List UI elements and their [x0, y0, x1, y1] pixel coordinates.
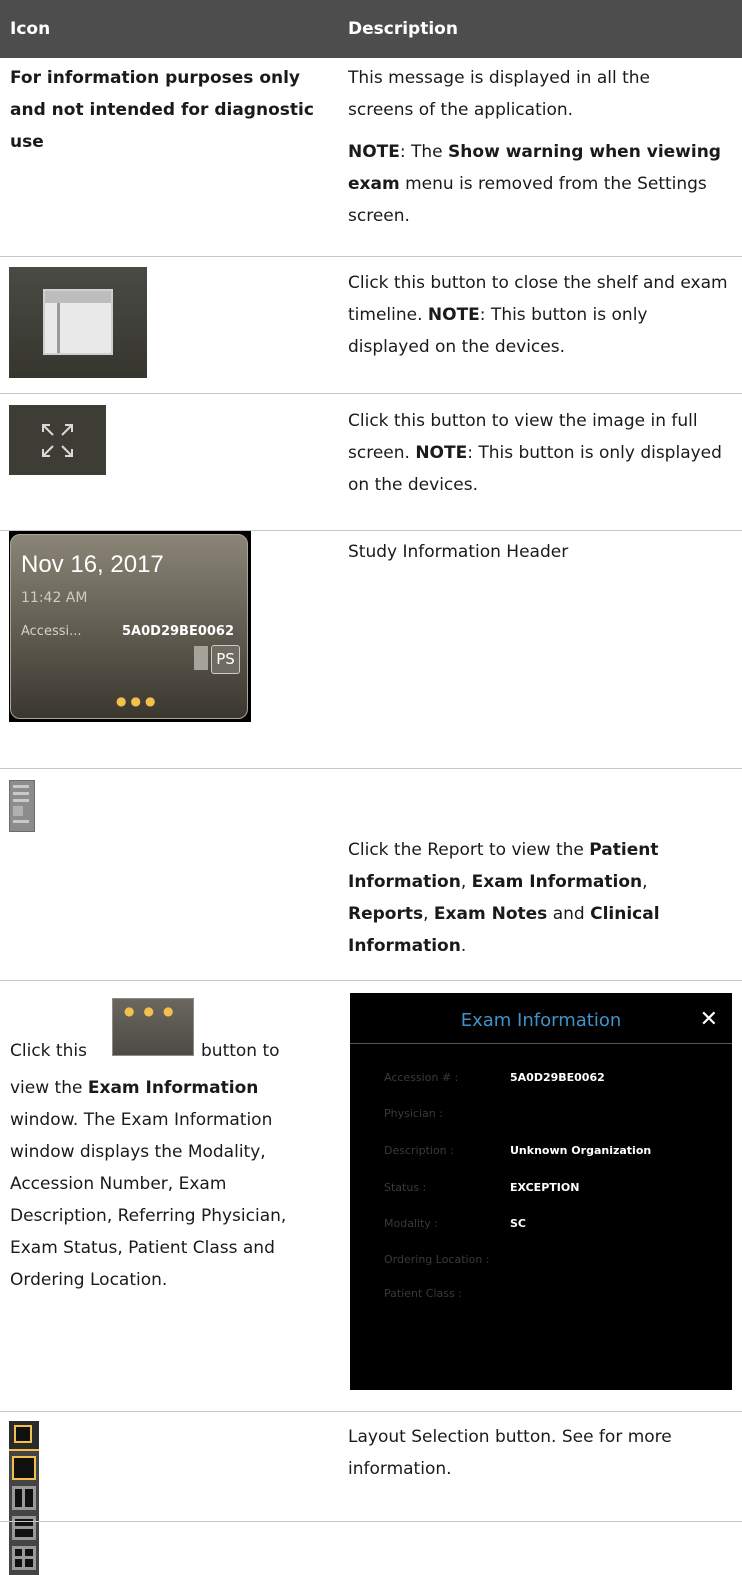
field-value: SC: [510, 1217, 526, 1230]
panel-layout-icon[interactable]: [9, 267, 147, 378]
panel-divider: [350, 1043, 732, 1044]
card-accession-value: 5A0D29BE0062: [122, 624, 235, 639]
card-accession-label: Accessi...: [21, 624, 82, 639]
row5-bold: Reports: [348, 904, 424, 924]
field-label: Accession # :: [384, 1071, 459, 1084]
study-card-body: Nov 16, 2017 11:42 AM Accessi... 5A0D29B…: [10, 534, 248, 719]
exam-info-title: Exam Information: [460, 1010, 622, 1031]
card-date: Nov 16, 2017: [21, 551, 164, 578]
row5-text: and: [547, 904, 591, 924]
row6-text: view the: [10, 1078, 88, 1098]
panel-top-bar: [45, 291, 111, 303]
doc-line: [13, 785, 29, 788]
layout-cell: [15, 1559, 22, 1567]
doc-line: [13, 820, 29, 823]
field-label: Status :: [384, 1181, 427, 1194]
expand-arrows-icon: [42, 424, 73, 457]
row-divider: [0, 256, 742, 257]
note-text: : The: [399, 142, 449, 162]
row1-desc-p1: This message is displayed in all the scr…: [348, 68, 651, 120]
exam-information-panel: Exam Information ✕ Accession # : 5A0D29BE…: [350, 993, 732, 1390]
row6-text: button to: [201, 1041, 280, 1061]
layout-cell: [25, 1549, 33, 1556]
layout-cell: [25, 1489, 33, 1507]
panel-frame: [43, 289, 113, 355]
layout-cell: [25, 1559, 33, 1567]
layout-option-grid[interactable]: [12, 1546, 36, 1570]
field-label: Description :: [384, 1144, 454, 1157]
row-divider: [0, 980, 742, 981]
row1-note: NOTE: The Show warning when viewing exam…: [348, 136, 728, 232]
row5-description: Click the Report to view the Patient Inf…: [348, 834, 732, 962]
row1-description: This message is displayed in all the scr…: [348, 62, 728, 232]
note-label: NOTE: [415, 443, 468, 463]
doc-block: [13, 806, 23, 816]
row-divider: [0, 1521, 742, 1522]
header-description-label: Description: [348, 19, 458, 39]
row6-text: window. The Exam Information window disp…: [10, 1110, 287, 1290]
row5-bold: Exam Information: [471, 872, 643, 892]
layout-option-single[interactable]: [12, 1456, 36, 1480]
layout-single-square: [14, 1425, 32, 1443]
layout-cell: [15, 1529, 33, 1537]
note-label: NOTE: [348, 142, 400, 162]
row6-text: Click this: [10, 1041, 87, 1061]
card-document-icon: [194, 646, 208, 670]
field-label: Ordering Location :: [384, 1253, 490, 1266]
field-value: 5A0D29BE0062: [510, 1071, 605, 1084]
layout-selection-icon[interactable]: [9, 1421, 39, 1451]
panel-divider: [57, 303, 60, 353]
more-dots-icon: ●●●: [124, 1004, 183, 1018]
field-label: Modality :: [384, 1217, 439, 1230]
layout-cell: [15, 1549, 22, 1556]
row3-description: Click this button to view the image in f…: [348, 405, 732, 501]
row5-text: ,: [460, 872, 472, 892]
exam-info-more-button[interactable]: ●●●: [112, 998, 194, 1056]
row-divider: [0, 1411, 742, 1412]
row5-text: ,: [642, 872, 648, 892]
doc-line: [13, 792, 29, 795]
table-header: Icon Description: [0, 0, 742, 58]
header-icon-label: Icon: [10, 19, 51, 39]
fullscreen-expand-icon[interactable]: [9, 405, 106, 475]
report-document-icon[interactable]: [9, 780, 35, 832]
row-divider: [0, 768, 742, 769]
study-info-card[interactable]: Nov 16, 2017 11:42 AM Accessi... 5A0D29B…: [9, 531, 251, 722]
row2-description: Click this button to close the shelf and…: [348, 267, 732, 363]
disclaimer-text: For information purposes only and not in…: [10, 68, 314, 152]
layout-cell: [15, 1489, 22, 1507]
note-label: NOTE: [427, 305, 480, 325]
note-text: menu is removed from the Settings screen…: [348, 174, 707, 226]
field-label: Physician :: [384, 1107, 443, 1120]
layout-option-two-columns[interactable]: [12, 1486, 36, 1510]
field-value: Unknown Organization: [510, 1144, 652, 1157]
doc-line: [13, 799, 29, 802]
row4-description: Study Information Header: [348, 542, 569, 562]
row5-text: ,: [423, 904, 434, 924]
row6-bold: Exam Information: [87, 1078, 259, 1098]
layout-option-two-rows[interactable]: [12, 1516, 36, 1540]
row6-description: view the Exam Information window. The Ex…: [10, 1072, 330, 1296]
row5-text: Click the Report to view the: [348, 840, 590, 860]
row5-text: .: [460, 936, 467, 956]
row7-description: Layout Selection button. See for more in…: [348, 1427, 672, 1479]
ps-badge[interactable]: PS: [211, 645, 240, 674]
row5-bold: Exam Notes: [433, 904, 548, 924]
more-dots-icon[interactable]: ●●●: [116, 695, 159, 707]
field-value: EXCEPTION: [510, 1181, 580, 1194]
layout-options-menu: [9, 1451, 39, 1575]
card-time: 11:42 AM: [21, 590, 88, 606]
row-divider: [0, 393, 742, 394]
field-label: Patient Class :: [384, 1287, 462, 1300]
close-icon[interactable]: ✕: [700, 1007, 718, 1033]
